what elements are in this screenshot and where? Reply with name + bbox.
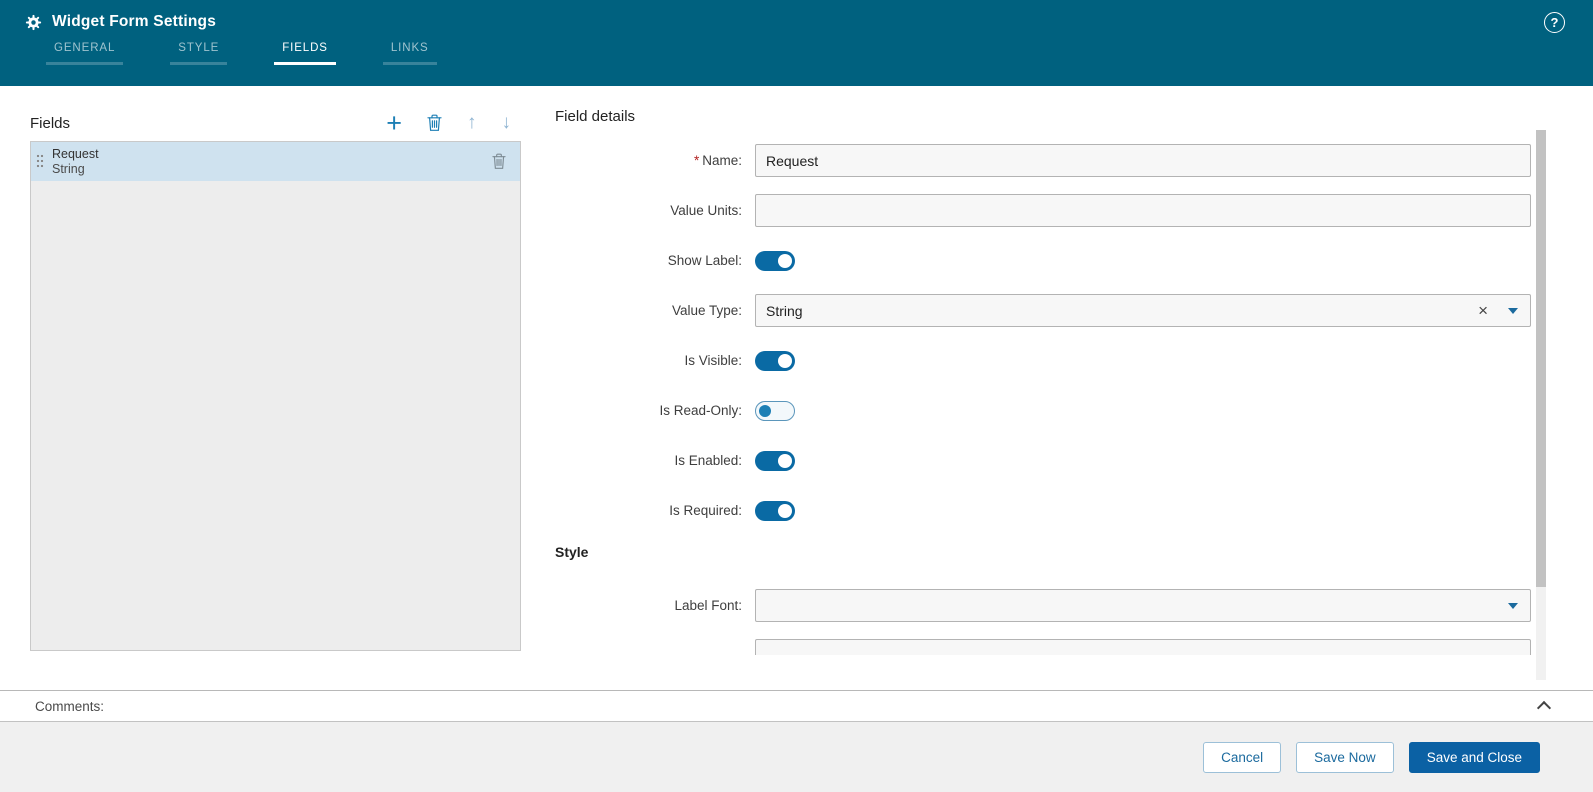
titlebar: Widget Form Settings [0,0,1593,31]
is-enabled-toggle[interactable] [755,450,795,471]
help-icon[interactable]: ? [1544,12,1565,33]
is-required-label: Is Required: [669,503,742,518]
value-units-label: Value Units: [670,203,742,218]
comments-bar: Comments: [0,690,1593,722]
is-read-only-toggle[interactable] [755,400,795,421]
label-font-row: Label Font: [555,589,1531,622]
move-down-button[interactable]: ↓ [502,111,512,135]
save-now-button[interactable]: Save Now [1296,741,1394,773]
footer: Cancel Save Now Save and Close [0,722,1593,792]
delete-field-button[interactable] [427,111,442,135]
label-font-label: Label Font: [674,598,742,613]
chevron-down-icon[interactable] [1508,602,1518,609]
drag-handle-icon[interactable] [36,154,44,169]
tab-general[interactable]: GENERAL [46,42,124,65]
label-font-select[interactable] [755,589,1531,622]
required-marker: * [693,153,700,168]
value-type-label: Value Type: [671,303,742,318]
value-units-row: Value Units: [555,194,1531,227]
is-read-only-label: Is Read-Only: [659,403,742,418]
tab-style[interactable]: STYLE [170,42,228,65]
name-label: * Name: [693,153,742,168]
field-details-title: Field details [555,108,636,125]
trash-icon [492,153,506,169]
list-item-request[interactable]: Request String [31,142,520,181]
value-type-value: String [766,302,803,319]
is-enabled-label: Is Enabled: [674,453,742,468]
show-label-toggle[interactable] [755,250,795,271]
style-section-title: Style [555,544,589,560]
row-delete-button[interactable] [492,153,506,170]
plus-icon: + [386,108,402,138]
tab-fields[interactable]: FIELDS [274,42,336,65]
clipped-style-input[interactable] [755,639,1531,655]
is-visible-toggle[interactable] [755,350,795,371]
is-read-only-row: Is Read-Only: [555,394,1531,427]
arrow-up-icon: ↑ [467,112,477,133]
show-label-label: Show Label: [667,253,742,268]
fields-panel: Fields + ↑ ↓ Request String [30,108,521,651]
save-and-close-button[interactable]: Save and Close [1408,741,1540,773]
chevron-down-icon[interactable] [1508,307,1518,314]
cancel-button[interactable]: Cancel [1203,741,1282,773]
main-content: Fields + ↑ ↓ Request String Field detail… [0,86,1593,690]
widget-form-settings-dialog: Widget Form Settings ? GENERAL STYLE FIE… [0,0,1593,792]
chevron-up-icon[interactable] [1536,700,1552,716]
trash-icon [427,114,442,131]
vertical-scrollbar[interactable] [1536,130,1546,680]
gear-icon [25,14,42,30]
value-units-input[interactable] [755,194,1531,227]
field-name-label: Request [52,146,99,161]
is-visible-row: Is Visible: [555,344,1531,377]
is-required-toggle[interactable] [755,500,795,521]
clipped-style-row [555,639,1531,655]
scrollbar-thumb[interactable] [1536,130,1546,587]
value-type-select[interactable]: String × [755,294,1531,327]
value-type-row: Value Type: String × [555,294,1531,327]
name-input[interactable] [755,144,1531,177]
clear-icon[interactable]: × [1478,302,1488,319]
fields-panel-title: Fields [30,114,71,132]
arrow-down-icon: ↓ [501,112,512,133]
is-enabled-row: Is Enabled: [555,444,1531,477]
list-item-text: Request String [52,147,492,177]
tab-links[interactable]: LINKS [382,42,437,65]
show-label-row: Show Label: [555,244,1531,277]
comments-label: Comments: [35,698,105,714]
is-visible-label: Is Visible: [684,353,742,368]
is-required-row: Is Required: [555,494,1531,527]
fields-toolbar: + ↑ ↓ [386,108,521,138]
field-details-panel: Field details *Name: Value Units: Show L… [555,108,1531,655]
add-field-button[interactable]: + [386,108,402,138]
name-row: * Name: [555,144,1531,177]
page-title: Widget Form Settings [52,13,217,30]
fields-panel-header: Fields + ↑ ↓ [30,108,521,138]
header: Widget Form Settings ? GENERAL STYLE FIE… [0,0,1593,86]
tab-bar: GENERAL STYLE FIELDS LINKS [46,42,1593,65]
move-up-button[interactable]: ↑ [467,111,477,135]
fields-listbox: Request String [30,141,521,651]
field-type-label: String [52,161,85,176]
